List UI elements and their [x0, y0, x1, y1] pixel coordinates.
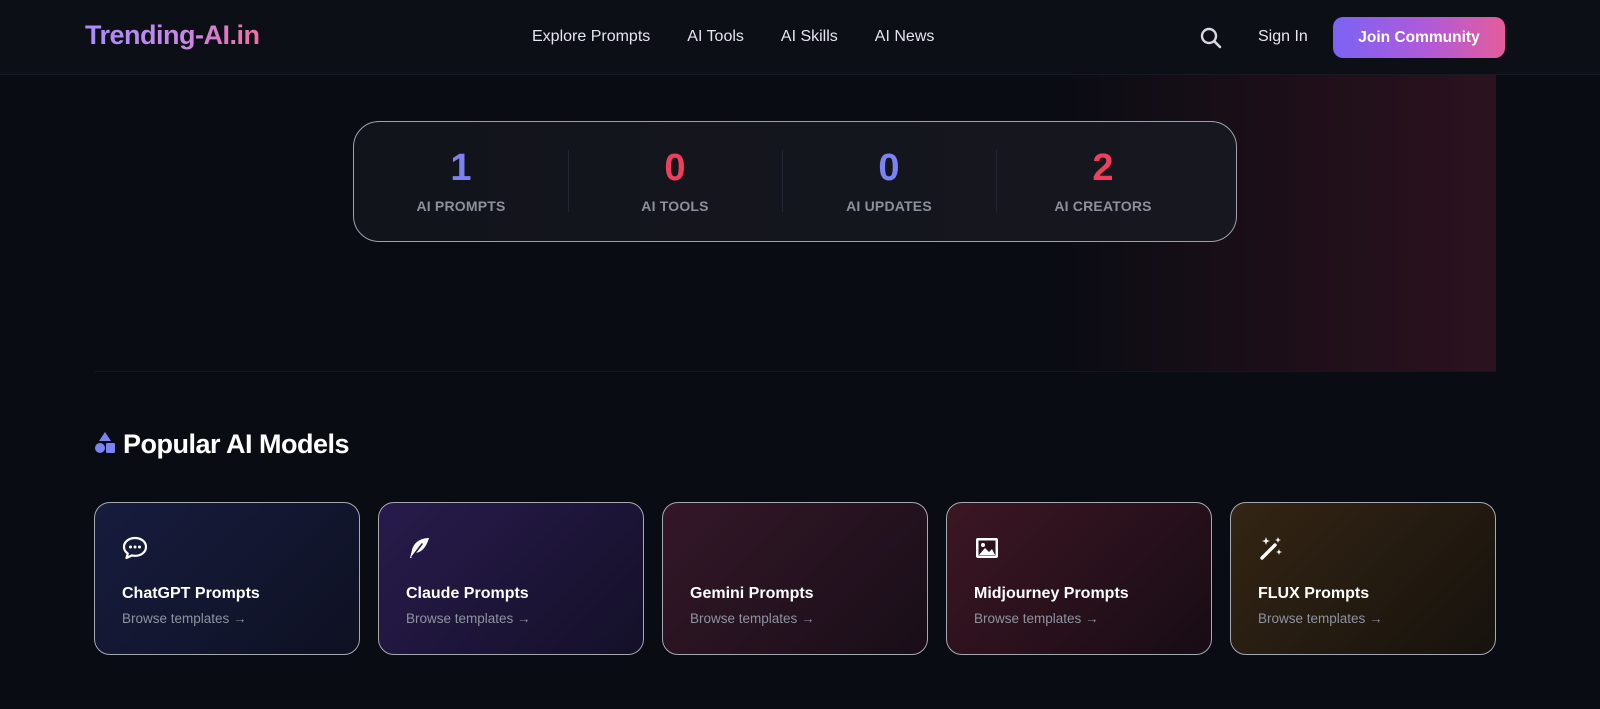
stat-ai-creators: 2 AI CREATORS [996, 122, 1210, 241]
main-nav: Explore Prompts AI Tools AI Skills AI Ne… [532, 28, 971, 46]
card-title: Midjourney Prompts [974, 585, 1129, 602]
card-claude-prompts[interactable]: Claude Prompts Browse templates → [378, 502, 644, 655]
sign-in-link[interactable]: Sign In [1258, 28, 1308, 46]
card-midjourney-prompts[interactable]: Midjourney Prompts Browse templates → [946, 502, 1212, 655]
section-divider [94, 371, 1496, 372]
shapes-icon [94, 430, 116, 459]
stat-label: AI TOOLS [641, 198, 709, 214]
join-community-button[interactable]: Join Community [1333, 17, 1505, 58]
stat-label: AI CREATORS [1054, 198, 1152, 214]
stat-value: 1 [450, 147, 472, 189]
stat-label: AI PROMPTS [416, 198, 506, 214]
nav-ai-skills[interactable]: AI Skills [781, 28, 838, 46]
stat-value: 0 [664, 147, 686, 189]
nav-ai-tools[interactable]: AI Tools [687, 28, 744, 46]
search-icon[interactable] [1199, 26, 1223, 50]
card-link[interactable]: Browse templates → [690, 611, 815, 626]
card-title: Gemini Prompts [690, 585, 814, 602]
section-title: Popular AI Models [123, 429, 350, 459]
stat-ai-prompts: 1 AI PROMPTS [354, 122, 568, 241]
nav-ai-news[interactable]: AI News [875, 28, 935, 46]
stat-value: 2 [1092, 147, 1114, 189]
card-chatgpt-prompts[interactable]: ChatGPT Prompts Browse templates → [94, 502, 360, 655]
site-header: Trending-AI.in Explore Prompts AI Tools … [0, 0, 1600, 75]
card-gemini-prompts[interactable]: Gemini Prompts Browse templates → [662, 502, 928, 655]
card-flux-prompts[interactable]: FLUX Prompts Browse templates → [1230, 502, 1496, 655]
feather-icon [406, 535, 432, 561]
card-link[interactable]: Browse templates → [122, 611, 247, 626]
stat-ai-updates: 0 AI UPDATES [782, 122, 996, 241]
stat-value: 0 [878, 147, 900, 189]
card-link[interactable]: Browse templates → [1258, 611, 1383, 626]
card-link[interactable]: Browse templates → [974, 611, 1099, 626]
card-link[interactable]: Browse templates → [406, 611, 531, 626]
card-title: FLUX Prompts [1258, 585, 1370, 602]
magic-wand-icon [1258, 535, 1284, 561]
chat-bubble-icon [122, 535, 148, 561]
site-logo[interactable]: Trending-AI.in [85, 20, 260, 51]
stats-panel: 1 AI PROMPTS 0 AI TOOLS 0 AI UPDATES 2 A… [353, 121, 1237, 242]
stat-ai-tools: 0 AI TOOLS [568, 122, 782, 241]
card-title: ChatGPT Prompts [122, 585, 260, 602]
stat-label: AI UPDATES [846, 198, 932, 214]
card-title: Claude Prompts [406, 585, 529, 602]
nav-explore-prompts[interactable]: Explore Prompts [532, 28, 650, 46]
image-icon [974, 535, 1000, 561]
model-cards: ChatGPT Prompts Browse templates → Claud… [94, 502, 1496, 655]
popular-models-heading: Popular AI Models [94, 429, 350, 460]
